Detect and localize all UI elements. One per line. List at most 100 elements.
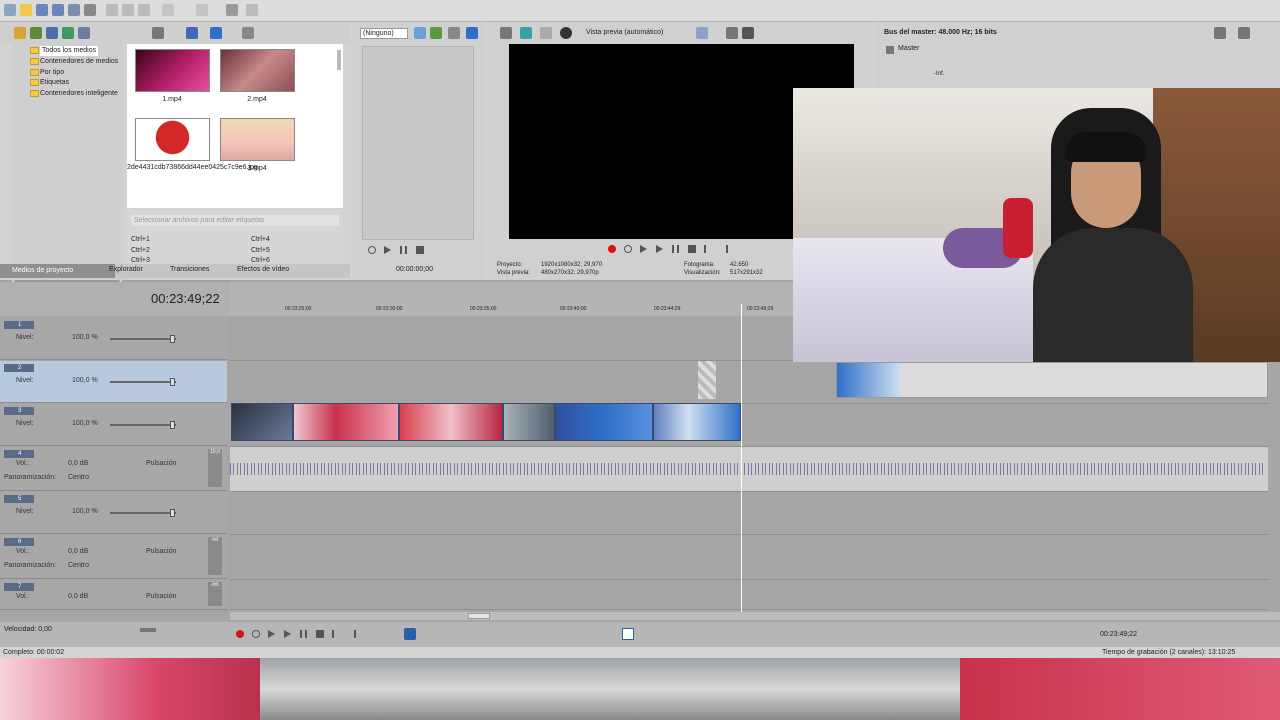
tree-item-all-media[interactable]: Todos los medios bbox=[30, 46, 99, 56]
play-from-start-icon[interactable] bbox=[268, 630, 275, 638]
timeline-h-scrollbar[interactable] bbox=[230, 612, 1280, 620]
track-header-4-audio[interactable]: 4 Vol.: 0,0 dB Pulsación Panoramización:… bbox=[0, 447, 227, 491]
play-from-start-icon[interactable] bbox=[640, 245, 647, 253]
trimmer-view-icon[interactable] bbox=[466, 27, 478, 39]
track-header-6-audio[interactable]: 6 Vol.: 0,0 dB Pulsación Panoramización:… bbox=[0, 535, 227, 579]
cut-icon[interactable] bbox=[106, 4, 118, 16]
play-media-icon[interactable] bbox=[152, 27, 164, 39]
video-clip[interactable] bbox=[555, 403, 653, 441]
stop-icon[interactable] bbox=[316, 630, 324, 638]
media-thumb-2[interactable] bbox=[220, 49, 295, 92]
copy-icon[interactable] bbox=[122, 4, 134, 16]
paste-icon[interactable] bbox=[138, 4, 150, 16]
playhead[interactable] bbox=[741, 304, 742, 612]
track-header-3[interactable]: 3 Nivel: 100,0 % bbox=[0, 404, 227, 446]
get-media-icon[interactable] bbox=[46, 27, 58, 39]
help-icon[interactable] bbox=[246, 4, 258, 16]
track-header-1[interactable]: 1 Nivel: 100,0 % bbox=[0, 318, 227, 360]
play-icon[interactable] bbox=[384, 246, 391, 254]
tree-item-by-type[interactable]: Por tipo bbox=[30, 68, 64, 78]
fx-icon[interactable] bbox=[540, 27, 552, 39]
track-header-5[interactable]: 5 Nivel: 100,0 % bbox=[0, 492, 227, 534]
tab-explorer[interactable]: Explorador bbox=[109, 266, 143, 273]
undo-icon[interactable] bbox=[162, 4, 174, 16]
track-2-extended-region[interactable] bbox=[836, 362, 1268, 398]
stop-icon[interactable] bbox=[416, 246, 424, 254]
split-screen-icon[interactable] bbox=[560, 27, 572, 39]
edit-tool-icon[interactable] bbox=[404, 628, 416, 640]
track-lane-7[interactable] bbox=[230, 580, 1268, 610]
open-icon[interactable] bbox=[20, 4, 32, 16]
track-header-2[interactable]: 2 Nivel: 100,0 % bbox=[0, 361, 227, 403]
level-slider[interactable] bbox=[110, 335, 176, 343]
thumb-view-icon[interactable] bbox=[210, 27, 222, 39]
level-slider[interactable] bbox=[110, 421, 176, 429]
tab-project-media[interactable]: Medios de proyecto bbox=[0, 264, 115, 278]
video-clip[interactable] bbox=[293, 403, 399, 441]
trimmer-tool-icon[interactable] bbox=[414, 27, 426, 39]
record-icon[interactable] bbox=[608, 245, 616, 253]
preview-quality[interactable]: Vista previa (automático) bbox=[586, 29, 663, 36]
loop-icon[interactable] bbox=[624, 245, 632, 253]
capture-icon[interactable] bbox=[30, 27, 42, 39]
go-end-icon[interactable] bbox=[348, 630, 356, 638]
new-project-icon[interactable] bbox=[4, 4, 16, 16]
redo-icon[interactable] bbox=[196, 4, 208, 16]
overlays-icon[interactable] bbox=[696, 27, 708, 39]
loop-icon[interactable] bbox=[368, 246, 376, 254]
tab-transitions[interactable]: Transiciones bbox=[170, 266, 209, 273]
copy-snapshot-icon[interactable] bbox=[726, 27, 738, 39]
track-lane-6[interactable] bbox=[230, 535, 1268, 580]
external-monitor-icon[interactable] bbox=[520, 27, 532, 39]
mode-value[interactable]: Pulsación bbox=[146, 548, 176, 555]
mode-value[interactable]: Pulsación bbox=[146, 593, 176, 600]
play-icon[interactable] bbox=[284, 630, 291, 638]
track-lane-5[interactable] bbox=[230, 492, 1268, 535]
video-clip[interactable] bbox=[231, 403, 293, 441]
trimmer-select[interactable]: (Ninguno) bbox=[360, 28, 408, 39]
save-as-icon[interactable] bbox=[52, 4, 64, 16]
level-slider[interactable] bbox=[110, 509, 176, 517]
views-icon[interactable] bbox=[186, 27, 198, 39]
import-media-icon[interactable] bbox=[14, 27, 26, 39]
tab-video-fx[interactable]: Efectos de vídeo bbox=[237, 266, 289, 273]
properties-icon[interactable] bbox=[84, 4, 96, 16]
level-slider[interactable] bbox=[110, 378, 176, 386]
clip-transparent[interactable] bbox=[698, 361, 716, 399]
trimmer-close-icon[interactable] bbox=[448, 27, 460, 39]
media-thumb-3[interactable] bbox=[135, 118, 210, 161]
render-icon[interactable] bbox=[68, 4, 80, 16]
go-start-icon[interactable] bbox=[332, 630, 340, 638]
go-end-icon[interactable] bbox=[720, 245, 728, 253]
search-icon[interactable] bbox=[242, 27, 254, 39]
mixer-props-icon[interactable] bbox=[1214, 27, 1226, 39]
tree-item-tags[interactable]: Etiquetas bbox=[30, 78, 69, 88]
stop-icon[interactable] bbox=[688, 245, 696, 253]
pause-icon[interactable] bbox=[672, 245, 679, 253]
preview-props-icon[interactable] bbox=[500, 27, 512, 39]
zoom-icon[interactable] bbox=[78, 27, 90, 39]
video-clip[interactable] bbox=[653, 403, 741, 441]
go-start-icon[interactable] bbox=[704, 245, 712, 253]
edit-tool-icon[interactable] bbox=[226, 4, 238, 16]
play-icon[interactable] bbox=[656, 245, 663, 253]
tree-item-bins[interactable]: Contenedores de medios bbox=[30, 57, 118, 67]
loop-icon[interactable] bbox=[252, 630, 260, 638]
save-snapshot-icon[interactable] bbox=[742, 27, 754, 39]
media-thumb-1[interactable] bbox=[135, 49, 210, 92]
media-thumb-4[interactable] bbox=[220, 118, 295, 161]
track-header-7-audio[interactable]: 7 Vol.: 0,0 dB Pulsación -Inf. bbox=[0, 580, 227, 610]
snapping-icon[interactable] bbox=[622, 628, 634, 640]
pause-icon[interactable] bbox=[400, 246, 407, 254]
record-icon[interactable] bbox=[236, 630, 244, 638]
mode-value[interactable]: Pulsación bbox=[146, 460, 176, 467]
trimmer-add-icon[interactable] bbox=[430, 27, 442, 39]
media-grid-scrollbar[interactable] bbox=[337, 50, 341, 70]
rate-slider[interactable] bbox=[140, 628, 156, 632]
tree-item-smart-bins[interactable]: Contenedores inteligente bbox=[30, 89, 118, 99]
video-clip[interactable] bbox=[837, 363, 901, 397]
pause-icon[interactable] bbox=[300, 630, 307, 638]
save-icon[interactable] bbox=[36, 4, 48, 16]
mixer-dock-icon[interactable] bbox=[1238, 27, 1250, 39]
video-clip[interactable] bbox=[399, 403, 503, 441]
